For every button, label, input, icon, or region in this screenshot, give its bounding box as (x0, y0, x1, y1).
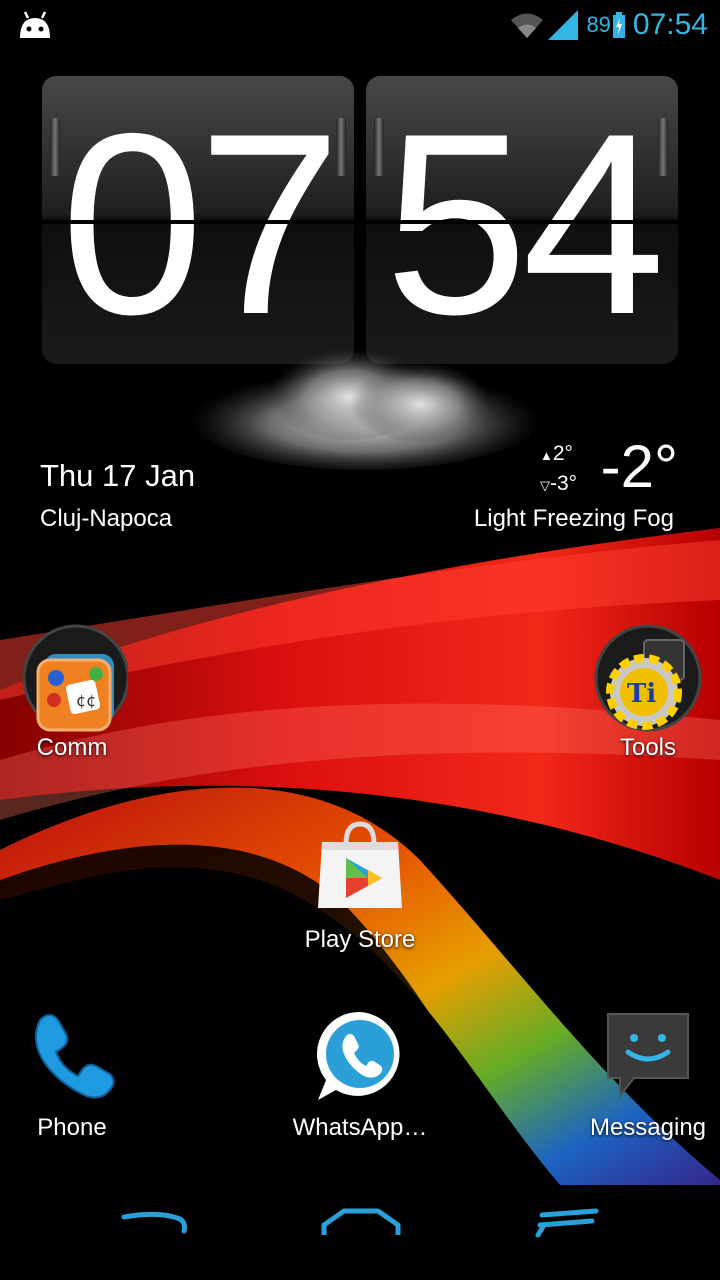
weather-city: Cluj-Napoca (40, 505, 173, 532)
home-icon[interactable] (318, 1207, 404, 1241)
folder-tools[interactable]: Ti Tools (568, 622, 720, 762)
battery-charging-icon (612, 12, 625, 38)
status-clock: 07:54 (632, 8, 708, 41)
messaging-icon (607, 1013, 689, 1099)
phone-icon (34, 1014, 115, 1099)
fog-cloud-icon (190, 344, 540, 470)
app-play-store[interactable]: Play Store (280, 818, 440, 954)
weather-high: 2° (552, 442, 573, 465)
high-arrow-icon: ▲ (540, 448, 553, 463)
clock-hinge-clip (658, 118, 668, 176)
weather-date: Thu 17 Jan (40, 458, 196, 493)
clock-hours: 07 (60, 79, 342, 364)
app-label: Play Store (304, 926, 416, 953)
dock-whatsapp[interactable]: WhatsApp… (280, 1006, 440, 1142)
dock-messaging[interactable]: Messaging (568, 1006, 720, 1142)
weather-low: -3° (550, 472, 578, 495)
app-label: Comm (36, 734, 108, 761)
dock-phone[interactable]: Phone (0, 1006, 152, 1142)
back-icon[interactable] (120, 1207, 190, 1241)
clock-minutes-card: 54 (366, 76, 678, 364)
folder-comm[interactable]: ¢¢ Comm (0, 622, 152, 762)
app-label: Tools (619, 734, 677, 761)
app-label: Phone (37, 1114, 107, 1141)
recent-apps-icon[interactable] (532, 1207, 602, 1241)
clock-hinge-clip (374, 118, 384, 176)
app-label: Messaging (589, 1114, 707, 1141)
low-arrow-icon: ▽ (540, 478, 550, 493)
play-store-icon (318, 821, 402, 908)
weather-condition: Light Freezing Fog (473, 505, 674, 532)
clock-hours-card: 07 (42, 76, 354, 364)
tools-folder-icon: Ti (594, 624, 702, 732)
whatsapp-icon (316, 1011, 400, 1100)
android-debug-icon (20, 11, 50, 38)
clock-hinge-clip (336, 118, 346, 176)
svg-text:¢¢: ¢¢ (76, 691, 96, 710)
weather-high-low: ▲2° ▽-3° (540, 440, 577, 500)
navigation-bar (0, 1185, 720, 1280)
battery-percent: 89 (586, 12, 611, 37)
status-bar[interactable]: 89 07:54 (0, 0, 720, 50)
weather-temperature: -2° (600, 433, 678, 500)
signal-strength-icon (548, 10, 579, 40)
wifi-icon (511, 13, 544, 38)
clock-hinge-clip (50, 118, 60, 176)
svg-text:Ti: Ti (627, 679, 656, 709)
comm-folder-icon: ¢¢ (22, 624, 128, 732)
app-label: WhatsApp… (292, 1114, 428, 1141)
clock-minutes: 54 (384, 79, 666, 364)
